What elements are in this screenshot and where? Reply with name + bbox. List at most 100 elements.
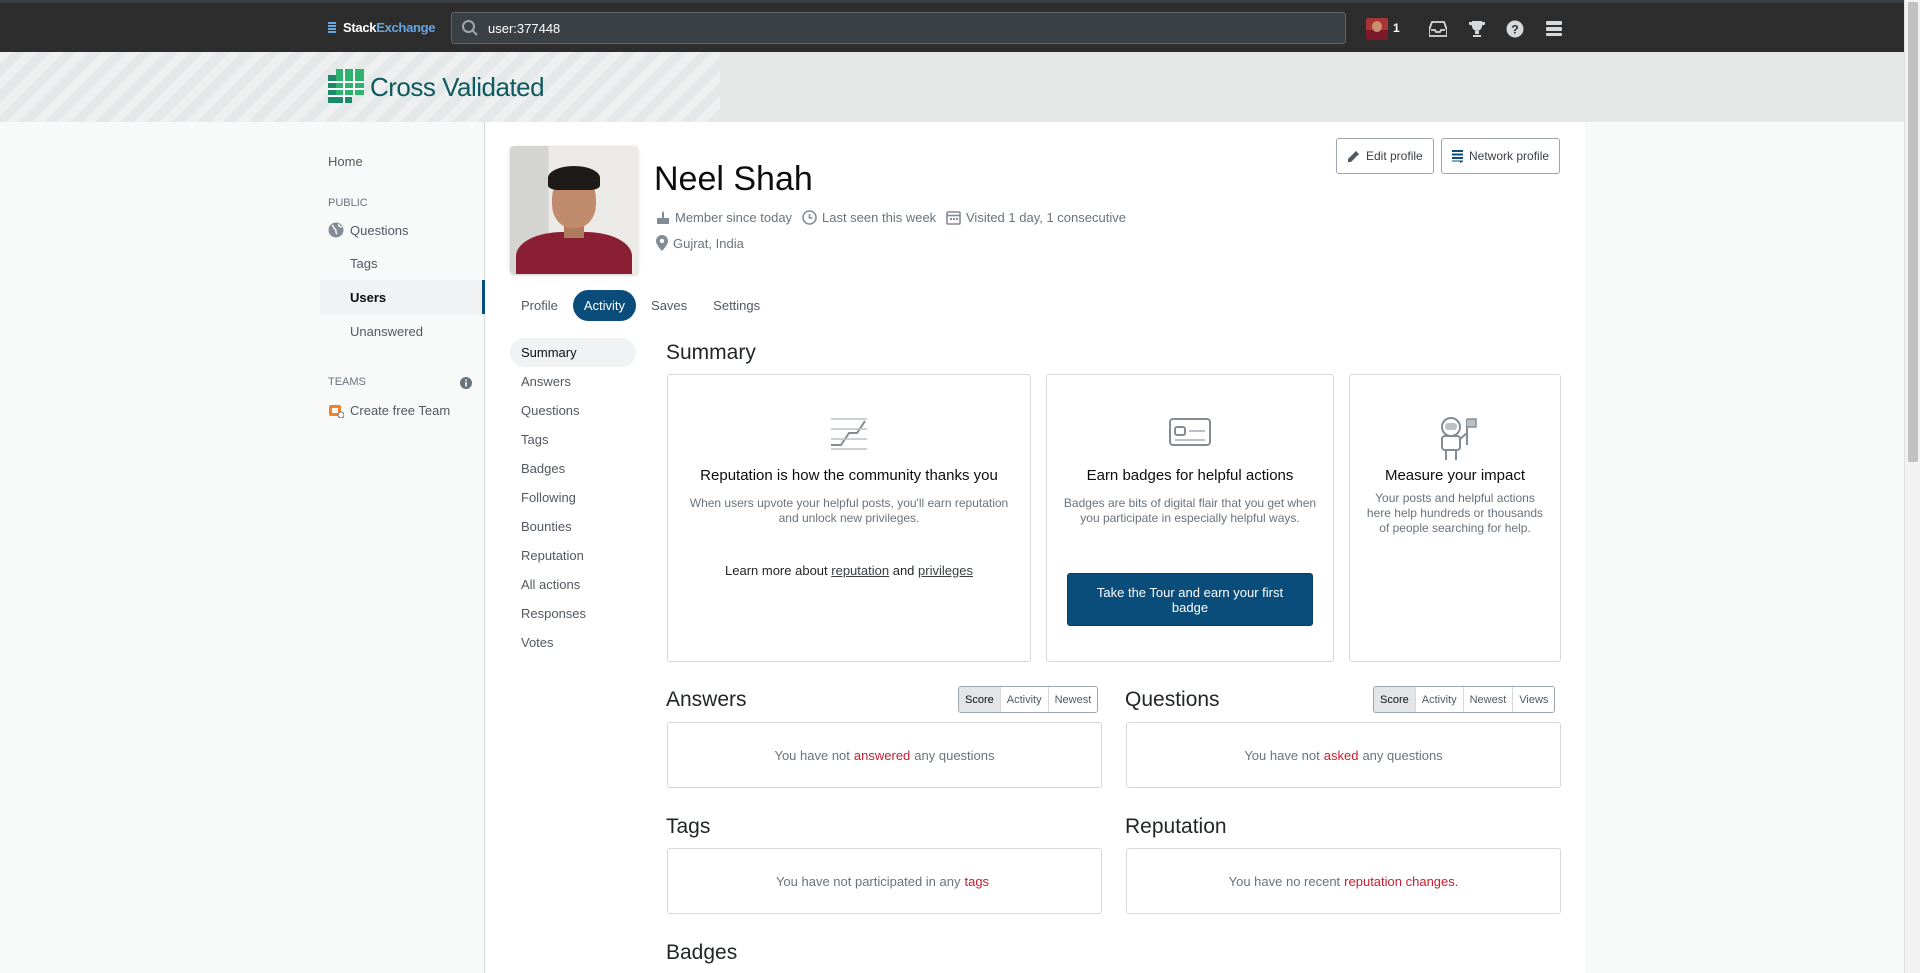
reputation-card: Reputation is how the community thanks y… — [667, 374, 1031, 662]
help-icon[interactable]: ? — [1505, 19, 1525, 39]
site-header: Cross Validated — [0, 52, 1904, 122]
tags-link[interactable]: tags — [964, 874, 989, 889]
edit-profile-button[interactable]: Edit profile — [1336, 138, 1434, 174]
take-tour-button[interactable]: Take the Tour and earn your first badge — [1067, 573, 1313, 626]
subnav-badges[interactable]: Badges — [510, 454, 636, 483]
reputation-chart-icon — [831, 418, 867, 450]
subnav-questions[interactable]: Questions — [510, 396, 636, 425]
summary-heading: Summary — [666, 341, 756, 364]
user-avatar[interactable] — [1366, 18, 1388, 40]
stackexchange-logo[interactable]: Stack Exchange — [328, 20, 436, 35]
answers-sort-score[interactable]: Score — [959, 687, 1000, 712]
create-team-link[interactable]: Create free Team — [328, 402, 450, 418]
nav-unanswered[interactable]: Unanswered — [350, 324, 423, 339]
cross-validated-icon — [328, 69, 364, 103]
privileges-link[interactable]: privileges — [918, 563, 973, 578]
tab-profile[interactable]: Profile — [510, 290, 569, 321]
impact-card-title: Measure your impact — [1384, 467, 1526, 484]
subnav-answers[interactable]: Answers — [510, 367, 636, 396]
pencil-icon — [1348, 150, 1359, 162]
search-box[interactable] — [451, 12, 1346, 44]
nav-questions-label: Questions — [350, 222, 409, 238]
reputation-count[interactable]: 1 — [1393, 21, 1400, 35]
impact-card: Measure your impact Your posts and helpf… — [1349, 374, 1561, 662]
brand-stack: Stack — [343, 20, 377, 35]
profile-avatar[interactable] — [510, 146, 638, 274]
questions-sort-score[interactable]: Score — [1374, 687, 1415, 712]
reputation-card-title: Reputation is how the community thanks y… — [700, 467, 998, 484]
badges-card-desc: Badges are bits of digital flair that yo… — [1063, 496, 1317, 525]
subnav-following[interactable]: Following — [510, 483, 636, 512]
subnav-tags[interactable]: Tags — [510, 425, 636, 454]
answers-sort-newest[interactable]: Newest — [1047, 687, 1098, 712]
globe-icon — [328, 222, 344, 238]
search-input[interactable] — [488, 20, 1288, 36]
nav-tags[interactable]: Tags — [350, 256, 377, 271]
search-icon — [452, 19, 488, 37]
nav-public-heading: PUBLIC — [328, 197, 368, 209]
reputation-changes-link[interactable]: reputation changes — [1344, 874, 1455, 889]
tags-heading: Tags — [666, 815, 711, 838]
inbox-icon[interactable] — [1428, 19, 1448, 39]
subnav-summary[interactable]: Summary — [510, 338, 636, 367]
nav-home[interactable]: Home — [328, 154, 363, 169]
team-briefcase-icon — [329, 405, 344, 418]
location: Gujrat, India — [656, 235, 744, 251]
location-pin-icon — [656, 235, 668, 251]
badges-card-title: Earn badges for helpful actions — [1086, 467, 1294, 484]
create-team-label: Create free Team — [350, 402, 451, 418]
astronaut-icon — [1441, 417, 1477, 460]
activity-subnav: Summary Answers Questions Tags Badges Fo… — [510, 338, 636, 657]
left-sidebar: Home PUBLIC Questions Tags Users Unanswe… — [320, 122, 485, 973]
nav-teams-heading: TEAMS — [328, 376, 366, 388]
page-scrollbar[interactable] — [1904, 0, 1920, 973]
network-profile-button[interactable]: Network profile — [1441, 138, 1561, 174]
visited-days: Visited 1 day, 1 consecutive — [946, 210, 1126, 225]
questions-heading: Questions — [1125, 688, 1220, 711]
badges-heading: Badges — [666, 941, 738, 964]
site-name: Cross Validated — [370, 71, 545, 102]
nav-users[interactable]: Users — [320, 280, 485, 314]
answers-sort: Score Activity Newest — [958, 686, 1099, 713]
questions-sort-activity[interactable]: Activity — [1414, 687, 1463, 712]
questions-empty: You have not asked any questions — [1126, 722, 1561, 788]
subnav-bounties[interactable]: Bounties — [510, 512, 636, 541]
answered-link[interactable]: answered — [854, 748, 910, 763]
asked-link[interactable]: asked — [1324, 748, 1359, 763]
reputation-card-desc: When users upvote your helpful posts, yo… — [689, 496, 1009, 525]
site-switcher-icon[interactable] — [1544, 19, 1564, 39]
subnav-reputation[interactable]: Reputation — [510, 541, 636, 570]
answers-heading: Answers — [666, 688, 747, 711]
member-since: Member since today — [656, 210, 792, 225]
info-icon[interactable] — [460, 377, 472, 392]
tab-settings[interactable]: Settings — [702, 290, 771, 321]
reputation-empty: You have no recent reputation changes. — [1126, 848, 1561, 914]
user-display-name: Neel Shah — [654, 160, 813, 198]
svg-text:?: ? — [1511, 23, 1518, 37]
tab-saves[interactable]: Saves — [640, 290, 698, 321]
badges-card: Earn badges for helpful actions Badges a… — [1046, 374, 1334, 662]
achievements-icon[interactable] — [1467, 19, 1487, 39]
tags-empty: You have not participated in any tags — [667, 848, 1102, 914]
top-bar: StackExchange 1 ? — [0, 0, 1904, 52]
reputation-link[interactable]: reputation — [831, 563, 889, 578]
cross-validated-logo[interactable]: Cross Validated — [328, 69, 545, 105]
subnav-all-actions[interactable]: All actions — [510, 570, 636, 599]
last-seen: Last seen this week — [802, 210, 936, 225]
answers-empty: You have not answered any questions — [667, 722, 1102, 788]
tab-activity[interactable]: Activity — [572, 290, 637, 321]
scrollbar-thumb[interactable] — [1908, 2, 1918, 462]
subnav-votes[interactable]: Votes — [510, 628, 636, 657]
nav-users-label: Users — [350, 290, 387, 305]
answers-sort-activity[interactable]: Activity — [999, 687, 1048, 712]
questions-sort-newest[interactable]: Newest — [1462, 687, 1513, 712]
learn-more-text: Learn more about reputation and privileg… — [725, 563, 973, 578]
brand-exchange: Exchange — [376, 20, 436, 35]
questions-sort: Score Activity Newest Views — [1373, 686, 1556, 713]
badge-card-icon — [1169, 418, 1211, 446]
subnav-responses[interactable]: Responses — [510, 599, 636, 628]
calendar-icon — [946, 211, 961, 225]
cake-icon — [657, 211, 669, 224]
questions-sort-views[interactable]: Views — [1512, 687, 1555, 712]
nav-questions[interactable]: Questions — [328, 222, 409, 238]
